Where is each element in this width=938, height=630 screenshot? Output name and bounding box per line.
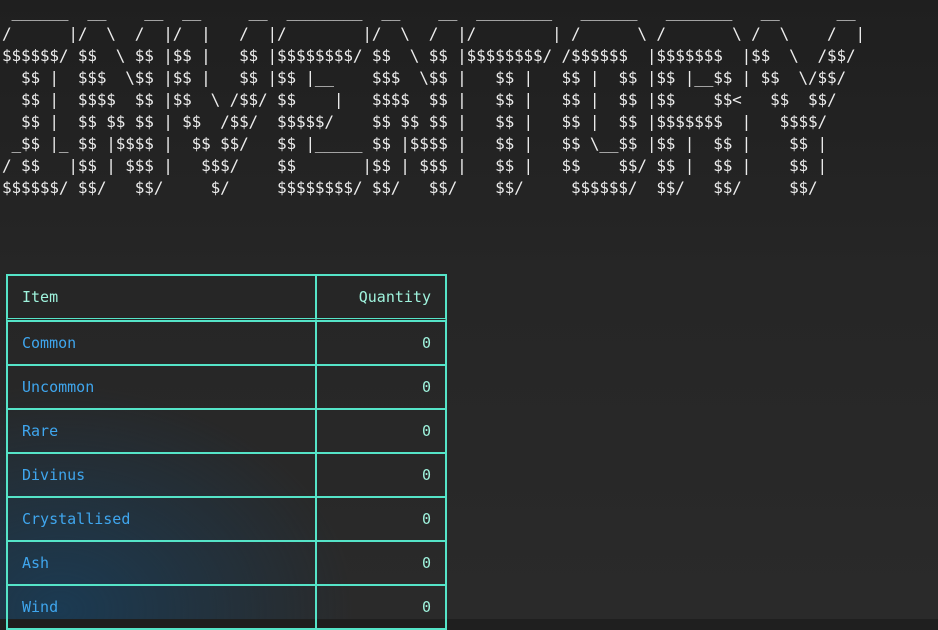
ascii-banner: ______ __ __ __ __ ________ __ __ ______…: [2, 2, 865, 197]
item-name: Crystallised: [7, 497, 316, 541]
table-row: Wind 0: [7, 585, 446, 629]
item-name: Rare: [7, 409, 316, 453]
item-name: Wind: [7, 585, 316, 629]
table-row: Rare 0: [7, 409, 446, 453]
item-quantity: 0: [316, 585, 446, 629]
item-quantity: 0: [316, 453, 446, 497]
item-name: Uncommon: [7, 365, 316, 409]
table-header-row: Item Quantity: [7, 275, 446, 321]
quantity-column-header: Quantity: [316, 275, 446, 321]
item-column-header: Item: [7, 275, 316, 321]
table-row: Uncommon 0: [7, 365, 446, 409]
item-quantity: 0: [316, 497, 446, 541]
table-row: Crystallised 0: [7, 497, 446, 541]
table-row: Ash 0: [7, 541, 446, 585]
item-name: Common: [7, 321, 316, 365]
item-quantity: 0: [316, 409, 446, 453]
table-row: Common 0: [7, 321, 446, 365]
item-name: Divinus: [7, 453, 316, 497]
table-row: Divinus 0: [7, 453, 446, 497]
item-quantity: 0: [316, 365, 446, 409]
inventory-table: Item Quantity Common 0 Uncommon 0 Rare 0…: [6, 274, 447, 630]
item-quantity: 0: [316, 541, 446, 585]
item-quantity: 0: [316, 321, 446, 365]
item-name: Ash: [7, 541, 316, 585]
